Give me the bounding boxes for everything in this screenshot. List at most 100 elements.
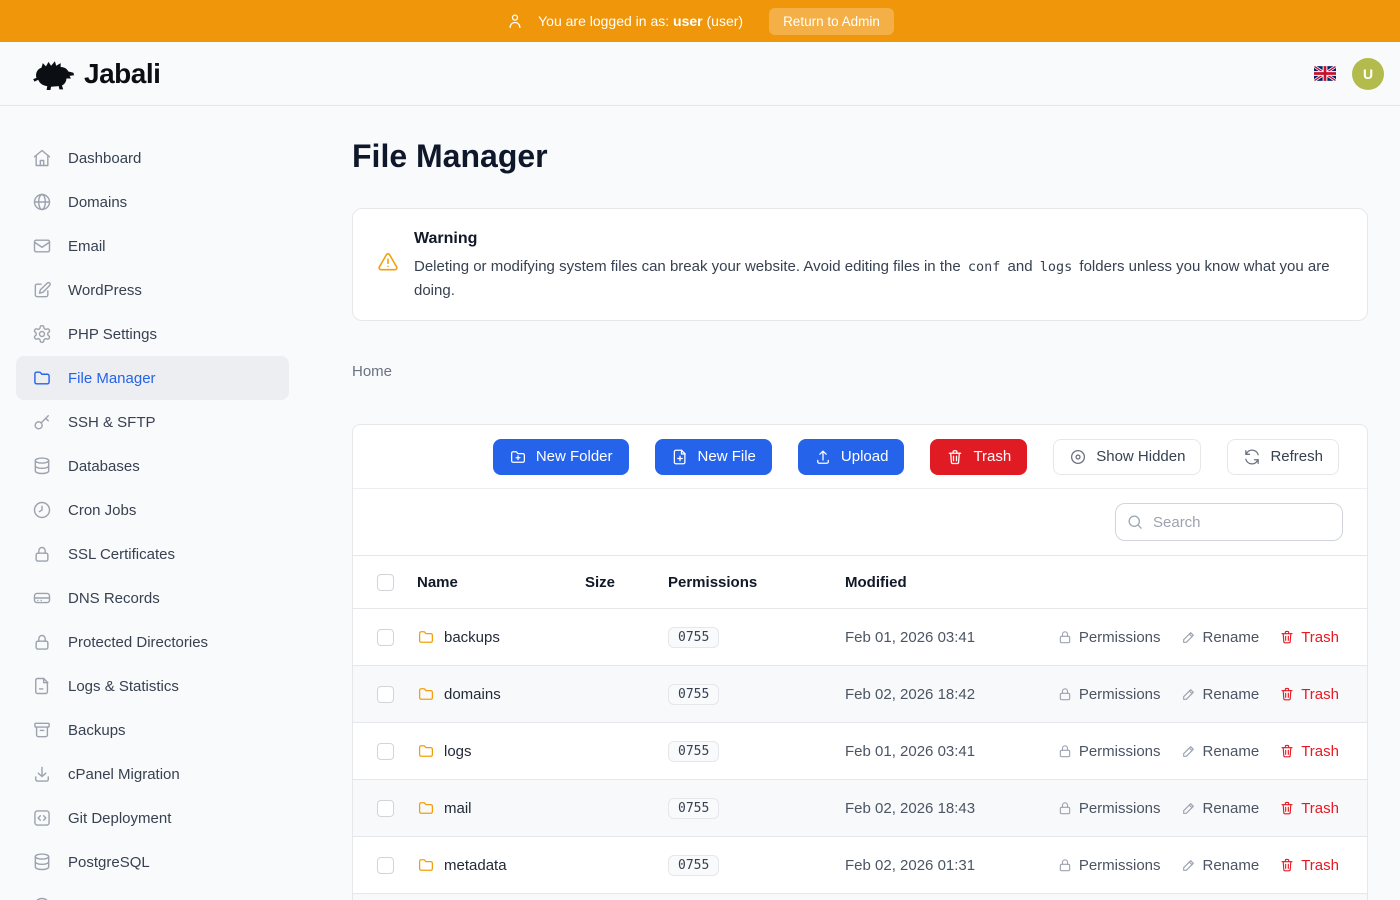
sidebar-item-partial[interactable] — [16, 884, 289, 900]
trash-action[interactable]: Trash — [1279, 857, 1339, 874]
file-name[interactable]: domains — [444, 686, 501, 703]
rename-action[interactable]: Rename — [1181, 743, 1260, 760]
row-checkbox[interactable] — [377, 686, 394, 703]
sidebar-item-cpanel-migration[interactable]: cPanel Migration — [16, 752, 289, 796]
file-name[interactable]: mail — [444, 800, 472, 817]
new-file-button[interactable]: New File — [655, 439, 772, 475]
warning-text: Deleting or modifying system files can b… — [414, 255, 1343, 302]
rename-action[interactable]: Rename — [1181, 800, 1260, 817]
column-name: Name — [417, 574, 585, 591]
lock-icon — [1057, 857, 1073, 873]
trash-action[interactable]: Trash — [1279, 686, 1339, 703]
permissions-action[interactable]: Permissions — [1057, 857, 1161, 874]
sidebar-item-label: Domains — [68, 194, 127, 211]
banner-username: user — [673, 13, 703, 29]
sidebar-item-php-settings[interactable]: PHP Settings — [16, 312, 289, 356]
page-title: File Manager — [352, 136, 1368, 176]
file-modified: Feb 02, 2026 18:42 — [845, 686, 1057, 703]
file-name[interactable]: logs — [444, 743, 472, 760]
pencil-icon — [1181, 686, 1197, 702]
row-checkbox[interactable] — [377, 743, 394, 760]
permissions-action[interactable]: Permissions — [1057, 686, 1161, 703]
sidebar-item-logs-statistics[interactable]: Logs & Statistics — [16, 664, 289, 708]
file-name[interactable]: backups — [444, 629, 500, 646]
sidebar-item-postgresql[interactable]: PostgreSQL — [16, 840, 289, 884]
sidebar-item-cron-jobs[interactable]: Cron Jobs — [16, 488, 289, 532]
warning-triangle-icon — [377, 251, 399, 273]
return-to-admin-button[interactable]: Return to Admin — [769, 8, 894, 35]
row-checkbox[interactable] — [377, 629, 394, 646]
table-row: mail0755Feb 02, 2026 18:43PermissionsRen… — [353, 780, 1367, 837]
sidebar-item-ssl-certificates[interactable]: SSL Certificates — [16, 532, 289, 576]
sidebar-item-dashboard[interactable]: Dashboard — [16, 136, 289, 180]
search-icon — [1126, 513, 1144, 531]
permissions-badge: 0755 — [668, 684, 719, 705]
rename-action[interactable]: Rename — [1181, 629, 1260, 646]
table-row: backups0755Feb 01, 2026 03:41Permissions… — [353, 609, 1367, 666]
pencil-icon — [1181, 800, 1197, 816]
pencil-icon — [1181, 857, 1197, 873]
main-content: File Manager Warning Deleting or modifyi… — [305, 106, 1400, 900]
row-checkbox[interactable] — [377, 800, 394, 817]
rename-action[interactable]: Rename — [1181, 686, 1260, 703]
sidebar-item-dns-records[interactable]: DNS Records — [16, 576, 289, 620]
trash-action[interactable]: Trash — [1279, 743, 1339, 760]
permissions-action[interactable]: Permissions — [1057, 743, 1161, 760]
pencil-icon — [1181, 743, 1197, 759]
sidebar-item-wordpress[interactable]: WordPress — [16, 268, 289, 312]
lock-icon — [1057, 629, 1073, 645]
language-flag-icon[interactable] — [1314, 66, 1336, 81]
permissions-action[interactable]: Permissions — [1057, 629, 1161, 646]
search-input[interactable] — [1115, 503, 1343, 541]
trash-icon — [1279, 686, 1295, 702]
trash-button[interactable]: Trash — [930, 439, 1027, 475]
brand-name: Jabali — [84, 58, 160, 90]
file-modified: Feb 02, 2026 18:43 — [845, 800, 1057, 817]
file-name[interactable]: metadata — [444, 857, 507, 874]
folder-icon — [417, 628, 435, 646]
sidebar-item-protected-directories[interactable]: Protected Directories — [16, 620, 289, 664]
folder-icon — [417, 742, 435, 760]
brand-logo[interactable]: Jabali — [30, 55, 160, 93]
table-row: metadata0755Feb 02, 2026 01:31Permission… — [353, 837, 1367, 894]
gear-icon — [32, 324, 52, 344]
sidebar-item-backups[interactable]: Backups — [16, 708, 289, 752]
sidebar-item-git-deployment[interactable]: Git Deployment — [16, 796, 289, 840]
permissions-action[interactable]: Permissions — [1057, 800, 1161, 817]
file-plus-icon — [671, 448, 689, 466]
show-hidden-button[interactable]: Show Hidden — [1053, 439, 1201, 475]
breadcrumb-home[interactable]: Home — [352, 363, 392, 380]
file-table-body: backups0755Feb 01, 2026 03:41Permissions… — [353, 609, 1367, 900]
sidebar-item-file-manager[interactable]: File Manager — [16, 356, 289, 400]
trash-icon — [1279, 743, 1295, 759]
trash-action[interactable]: Trash — [1279, 800, 1339, 817]
trash-action[interactable]: Trash — [1279, 629, 1339, 646]
select-all-checkbox[interactable] — [377, 574, 394, 591]
sidebar-item-domains[interactable]: Domains — [16, 180, 289, 224]
sidebar-item-databases[interactable]: Databases — [16, 444, 289, 488]
warning-alert: Warning Deleting or modifying system fil… — [352, 208, 1368, 321]
sidebar-item-label: Protected Directories — [68, 634, 208, 651]
row-checkbox[interactable] — [377, 857, 394, 874]
database-icon — [32, 456, 52, 476]
folder-icon — [32, 368, 52, 388]
search-row — [353, 489, 1367, 555]
globe-icon — [32, 192, 52, 212]
folder-icon — [417, 685, 435, 703]
new-folder-button[interactable]: New Folder — [493, 439, 629, 475]
user-icon — [506, 12, 524, 30]
trash-icon — [1279, 629, 1295, 645]
user-avatar[interactable]: U — [1352, 58, 1384, 90]
refresh-button[interactable]: Refresh — [1227, 439, 1339, 475]
circle-dot-icon — [1069, 448, 1087, 466]
sidebar-item-label: PHP Settings — [68, 326, 157, 343]
sidebar-item-ssh-sftp[interactable]: SSH & SFTP — [16, 400, 289, 444]
upload-button[interactable]: Upload — [798, 439, 905, 475]
folder-plus-icon — [509, 448, 527, 466]
lock-icon — [32, 544, 52, 564]
app-header: Jabali U — [0, 42, 1400, 106]
rename-action[interactable]: Rename — [1181, 857, 1260, 874]
table-row: domains 0755 Feb 02, 2026 18:42Permissions… — [353, 666, 1367, 723]
sidebar-item-email[interactable]: Email — [16, 224, 289, 268]
permissions-badge: 0755 — [668, 741, 719, 762]
